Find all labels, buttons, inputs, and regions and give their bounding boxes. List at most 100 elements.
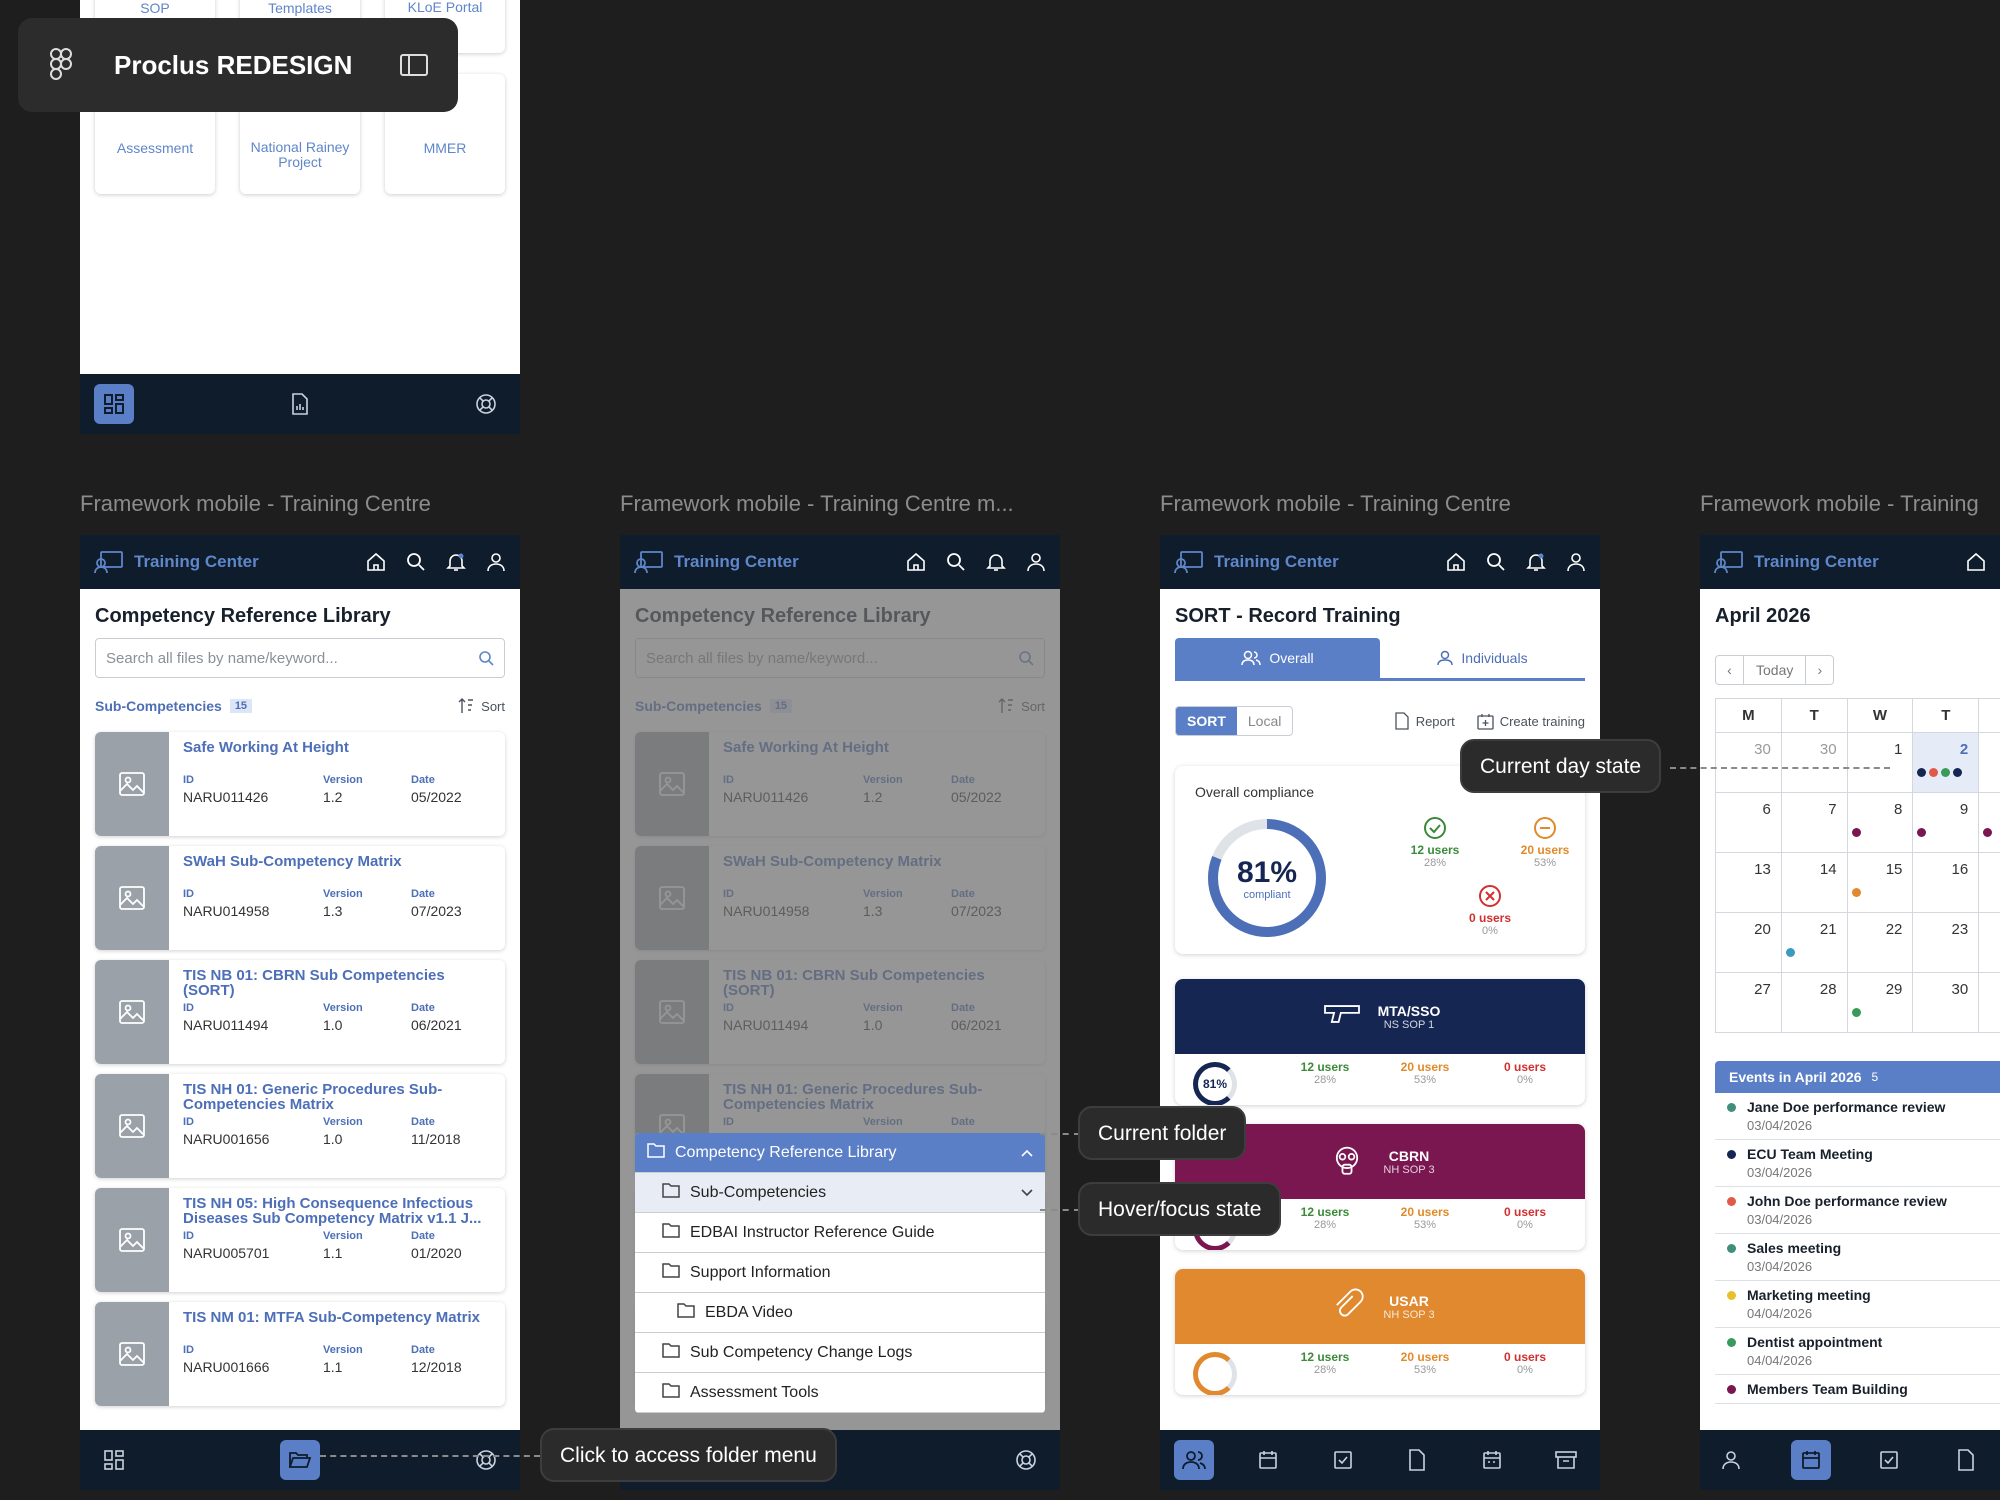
- home-icon[interactable]: [1446, 552, 1466, 572]
- calendar-day[interactable]: 16: [1912, 852, 1980, 913]
- nav-dashboard-button[interactable]: [94, 1440, 134, 1480]
- item-title[interactable]: Safe Working At Height: [183, 740, 491, 774]
- calendar-day[interactable]: 20: [1715, 912, 1782, 973]
- home-icon[interactable]: [1966, 552, 1986, 572]
- event-item[interactable]: John Doe performance review 03/04/2026: [1715, 1187, 2000, 1234]
- calendar-day[interactable]: 30: [1780, 732, 1848, 793]
- event-item[interactable]: Sales meeting 03/04/2026: [1715, 1234, 2000, 1281]
- nav-calendar-button[interactable]: [1791, 1440, 1832, 1480]
- sort-button[interactable]: Sort: [457, 697, 505, 715]
- tab-overall[interactable]: Overall: [1175, 638, 1380, 678]
- item-title[interactable]: SWaH Sub-Competency Matrix: [183, 854, 491, 888]
- calendar-day[interactable]: 30: [1912, 972, 1980, 1033]
- calendar-day[interactable]: 1: [1846, 732, 1914, 793]
- list-item[interactable]: SWaH Sub-Competency MatrixID Version Date N…: [95, 846, 505, 950]
- sort-local-toggle[interactable]: SORT Local: [1175, 706, 1294, 736]
- user-icon[interactable]: [486, 552, 506, 572]
- nav-documents-button[interactable]: [1946, 1440, 1986, 1480]
- calendar-day[interactable]: 1: [1978, 972, 2000, 1033]
- folder-row[interactable]: Support Information: [635, 1253, 1045, 1293]
- event-item[interactable]: Dentist appointment 04/04/2026: [1715, 1328, 2000, 1375]
- nav-overview-button[interactable]: [1174, 1440, 1214, 1480]
- nav-tasks-button[interactable]: [1869, 1440, 1909, 1480]
- item-title[interactable]: TIS NH 05: High Consequence Infectious D…: [183, 1196, 491, 1230]
- nav-archive-button[interactable]: [1546, 1440, 1586, 1480]
- bell-icon[interactable]: [1526, 552, 1546, 572]
- bell-icon[interactable]: [986, 552, 1006, 572]
- create-training-button[interactable]: Create training: [1477, 712, 1585, 730]
- prev-month-button[interactable]: ‹: [1716, 656, 1744, 684]
- nav-help-button[interactable]: [466, 384, 506, 424]
- calendar-day[interactable]: 14: [1780, 852, 1848, 913]
- calendar-day[interactable]: 17: [1978, 852, 2000, 913]
- calendar-day[interactable]: 27: [1715, 972, 1782, 1033]
- nav-help-button[interactable]: [466, 1440, 506, 1480]
- calendar-day[interactable]: 2: [1912, 732, 1980, 793]
- nav-dashboard-button[interactable]: [94, 384, 134, 424]
- list-item[interactable]: TIS NH 01: Generic Procedures Sub-Compet…: [95, 1074, 505, 1178]
- event-item[interactable]: ECU Team Meeting 03/04/2026: [1715, 1140, 2000, 1187]
- toggle-local[interactable]: Local: [1237, 707, 1292, 735]
- nav-overview-button[interactable]: [1714, 1440, 1754, 1480]
- calendar-day[interactable]: 30: [1715, 732, 1782, 793]
- event-item[interactable]: Members Team Building: [1715, 1375, 2000, 1404]
- unit-card[interactable]: USAR NH SOP 3 12 users 28% 20 users 53% 0 user…: [1175, 1269, 1585, 1395]
- nav-tasks-button[interactable]: [1323, 1440, 1363, 1480]
- bell-icon[interactable]: [446, 552, 466, 572]
- item-title[interactable]: TIS NM 01: MTFA Sub-Competency Matrix: [183, 1310, 491, 1344]
- user-icon[interactable]: [1566, 552, 1586, 572]
- sidebar-toggle-icon[interactable]: [400, 54, 428, 76]
- event-item[interactable]: Jane Doe performance review 03/04/2026: [1715, 1093, 2000, 1140]
- nav-schedule-button[interactable]: [1472, 1440, 1512, 1480]
- calendar-day[interactable]: 28: [1780, 972, 1848, 1033]
- calendar-day[interactable]: 8: [1846, 792, 1914, 853]
- calendar-day[interactable]: 22: [1846, 912, 1914, 973]
- nav-help-button[interactable]: [1006, 1440, 1046, 1480]
- home-icon[interactable]: [366, 552, 386, 572]
- search-input[interactable]: Search all files by name/keyword...: [95, 638, 505, 678]
- list-item[interactable]: TIS NH 05: High Consequence Infectious D…: [95, 1188, 505, 1292]
- folder-row[interactable]: Sub Competency Change Logs: [635, 1333, 1045, 1373]
- item-title[interactable]: TIS NH 01: Generic Procedures Sub-Compet…: [183, 1082, 491, 1116]
- calendar-day[interactable]: 15: [1846, 852, 1914, 913]
- search-icon[interactable]: [1486, 552, 1506, 572]
- calendar-day[interactable]: 3: [1978, 732, 2000, 793]
- chevron-up-icon[interactable]: [1021, 1144, 1033, 1162]
- home-icon[interactable]: [906, 552, 926, 572]
- calendar-day[interactable]: 6: [1715, 792, 1782, 853]
- nav-calendar-button[interactable]: [1248, 1440, 1288, 1480]
- search-icon[interactable]: [406, 552, 426, 572]
- current-folder-row[interactable]: Competency Reference Library: [635, 1133, 1045, 1173]
- list-item[interactable]: TIS NM 01: MTFA Sub-Competency MatrixID V…: [95, 1302, 505, 1406]
- nav-documents-button[interactable]: [1397, 1440, 1437, 1480]
- calendar-day[interactable]: 21: [1780, 912, 1848, 973]
- folder-row[interactable]: Sub-Competencies: [635, 1173, 1045, 1213]
- nav-folder-button[interactable]: [280, 1440, 320, 1480]
- nav-documents-button[interactable]: [280, 384, 320, 424]
- list-item[interactable]: Safe Working At HeightID Version Date NARU0…: [95, 732, 505, 836]
- unit-card[interactable]: MTA/SSO NS SOP 1 81% 12 users 28% 20 users 53%…: [1175, 979, 1585, 1105]
- calendar-day[interactable]: 29: [1846, 972, 1914, 1033]
- toggle-sort[interactable]: SORT: [1176, 707, 1237, 735]
- search-icon[interactable]: [946, 552, 966, 572]
- list-item[interactable]: TIS NB 01: CBRN Sub Competencies (SORT)I…: [95, 960, 505, 1064]
- tab-individuals[interactable]: Individuals: [1380, 638, 1585, 678]
- folder-row[interactable]: EBDA Video: [635, 1293, 1045, 1333]
- today-button[interactable]: Today: [1744, 656, 1805, 684]
- event-item[interactable]: Marketing meeting 04/04/2026: [1715, 1281, 2000, 1328]
- folder-row[interactable]: EDBAI Instructor Reference Guide: [635, 1213, 1045, 1253]
- report-button[interactable]: Report: [1394, 712, 1455, 730]
- calendar-day[interactable]: 9: [1912, 792, 1980, 853]
- calendar-day[interactable]: 13: [1715, 852, 1782, 913]
- calendar-day[interactable]: 10: [1978, 792, 2000, 853]
- user-icon[interactable]: [1026, 552, 1046, 572]
- calendar-day[interactable]: 7: [1780, 792, 1848, 853]
- folder-row[interactable]: Assessment Tools: [635, 1373, 1045, 1413]
- next-month-button[interactable]: ›: [1805, 656, 1833, 684]
- calendar-day[interactable]: 24: [1978, 912, 2000, 973]
- report-label: Report: [1415, 713, 1455, 729]
- chevron-down-icon[interactable]: [1021, 1184, 1033, 1202]
- item-title[interactable]: TIS NB 01: CBRN Sub Competencies (SORT): [183, 968, 491, 1002]
- sort-icon: [458, 698, 474, 713]
- calendar-day[interactable]: 23: [1912, 912, 1980, 973]
